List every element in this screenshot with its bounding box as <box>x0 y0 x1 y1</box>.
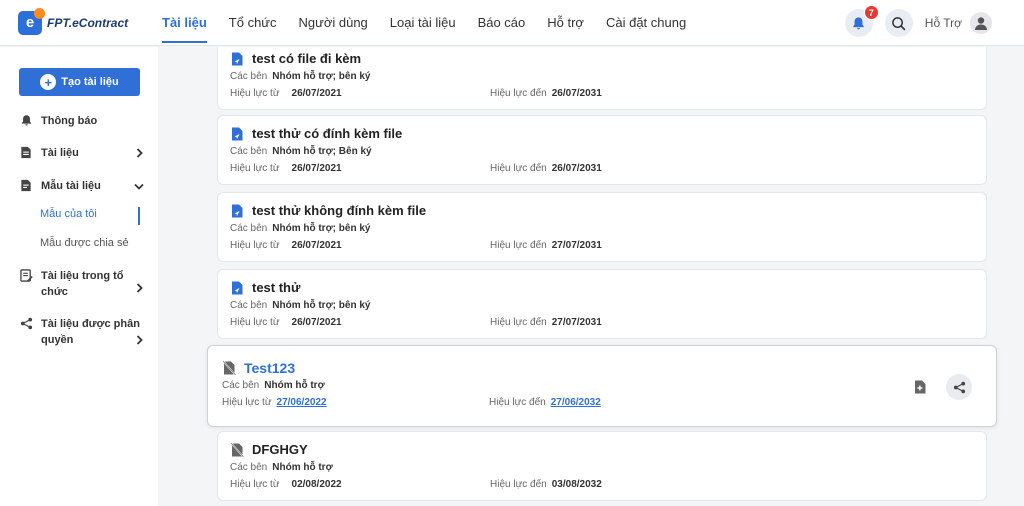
template-valid-from: Hiệu lực từ 27/06/2022 <box>222 397 327 408</box>
template-title[interactable]: test thử có đính kèm file <box>230 126 402 141</box>
navbar-right: 7 Hỗ Trợ <box>833 0 992 46</box>
nav-tab-documents[interactable]: Tài liệu <box>151 0 218 46</box>
template-valid-from: Hiệu lực từ 02/08/2022 <box>230 479 342 490</box>
template-parties: Các bên Nhóm hỗ trợ; bên ký <box>230 71 371 82</box>
active-indicator <box>138 207 140 225</box>
main-nav-tabs: Tài liệu Tổ chức Người dùng Loại tài liệ… <box>151 0 697 46</box>
share-icon <box>953 381 965 393</box>
share-template-button[interactable] <box>946 374 972 400</box>
app-logo[interactable]: e FPT.eContract <box>18 7 142 35</box>
chevron-right-icon <box>134 332 144 348</box>
sidebar-item-label: Tài liệu <box>41 147 79 159</box>
user-avatar[interactable] <box>970 12 992 34</box>
template-valid-from: Hiệu lực từ 26/07/2021 <box>230 240 342 251</box>
chevron-right-icon <box>134 145 144 161</box>
nav-tab-settings[interactable]: Cài đặt chung <box>595 0 697 46</box>
sidebar-sub-my-templates[interactable]: Mẫu của tôi <box>40 208 97 220</box>
template-title[interactable]: test thử không đính kèm file <box>230 203 426 218</box>
bell-icon <box>19 113 33 127</box>
search-icon <box>892 16 906 30</box>
sidebar-item-shared-documents[interactable]: Tài liệu được phân quyền <box>19 316 144 348</box>
nav-tab-reports[interactable]: Báo cáo <box>467 0 537 46</box>
template-parties: Các bên Nhóm hỗ trợ <box>222 380 325 391</box>
sidebar-item-templates[interactable]: Mẫu tài liệu <box>19 178 144 194</box>
template-valid-to: Hiệu lực đến 26/07/2031 <box>490 88 602 99</box>
sidebar-sub-shared-templates[interactable]: Mẫu được chia sẻ <box>40 237 129 249</box>
org-document-icon <box>19 268 33 282</box>
share-icon <box>19 316 33 330</box>
template-icon <box>19 178 33 192</box>
plus-icon: + <box>40 74 57 90</box>
template-parties: Các bên Nhóm hỗ trợ; bên ký <box>230 223 371 234</box>
notification-button[interactable]: 7 <box>844 5 879 37</box>
sidebar-item-documents[interactable]: Tài liệu <box>19 145 144 161</box>
doc-send-icon <box>230 281 244 295</box>
template-title[interactable]: DFGHGY <box>230 442 308 457</box>
template-title-text: test thử <box>252 280 301 295</box>
nav-tab-support[interactable]: Hỗ trợ <box>536 0 595 46</box>
template-card[interactable]: test có file đi kèm Các bên Nhóm hỗ trợ; … <box>217 47 987 110</box>
document-icon <box>19 145 33 159</box>
user-icon <box>975 17 987 30</box>
logo-letter: e <box>25 14 35 31</box>
template-valid-to: Hiệu lực đến 26/07/2031 <box>490 163 602 174</box>
template-title-text: test có file đi kèm <box>252 51 362 66</box>
bell-icon <box>853 16 865 29</box>
template-title-text: Test123 <box>244 360 296 376</box>
doc-send-icon <box>230 52 244 66</box>
doc-disabled-icon <box>230 442 244 457</box>
doc-send-icon <box>230 204 244 218</box>
doc-disabled-icon <box>222 361 236 375</box>
template-parties: Các bên Nhóm hỗ trợ <box>230 462 333 473</box>
search-button[interactable] <box>884 9 913 37</box>
sidebar-item-label: Thông báo <box>41 115 98 127</box>
nav-tab-organization[interactable]: Tổ chức <box>218 0 288 46</box>
template-title[interactable]: test có file đi kèm <box>230 51 361 66</box>
sidebar-item-label: Mẫu tài liệu <box>41 180 101 192</box>
template-parties: Các bên Nhóm hỗ trợ; bên ký <box>230 300 371 311</box>
nav-tab-document-types[interactable]: Loại tài liệu <box>379 0 467 46</box>
template-title-text: DFGHGY <box>252 442 308 457</box>
chevron-right-icon <box>134 280 144 296</box>
sidebar-item-notifications[interactable]: Thông báo <box>19 113 144 129</box>
doc-add-icon <box>915 380 926 394</box>
template-valid-from: Hiệu lực từ 26/07/2021 <box>230 163 342 174</box>
create-from-template-button[interactable] <box>908 375 932 399</box>
template-list: test có file đi kèm Các bên Nhóm hỗ trợ; … <box>158 47 1024 506</box>
template-card[interactable]: test thử Các bên Nhóm hỗ trợ; bên ký Hiệu… <box>217 269 987 339</box>
template-title-text: test thử không đính kèm file <box>252 203 427 218</box>
sidebar: + Tạo tài liệu Thông báo Tài liệu Mẫu tà… <box>0 47 158 506</box>
template-valid-to: Hiệu lực đến 27/07/2031 <box>490 240 602 251</box>
template-valid-to: Hiệu lực đến 27/06/2032 <box>489 397 601 408</box>
sidebar-item-label: Tài liệu trong tổ chức <box>41 270 124 298</box>
template-card[interactable]: test thử có đính kèm file Các bên Nhóm hỗ… <box>217 115 987 185</box>
nav-tab-users[interactable]: Người dùng <box>288 0 379 46</box>
logo-text: FPT.eContract <box>47 15 129 30</box>
sidebar-item-label: Tài liệu được phân quyền <box>41 318 140 346</box>
template-valid-to: Hiệu lực đến 03/08/2032 <box>490 479 602 490</box>
logo-mark-icon: e <box>18 7 45 35</box>
template-valid-from: Hiệu lực từ 26/07/2021 <box>230 88 342 99</box>
create-document-label: Tạo tài liệu <box>61 76 119 88</box>
template-card[interactable]: test thử không đính kèm file Các bên Nhóm… <box>217 192 987 262</box>
template-parties: Các bên Nhóm hỗ trợ; Bên ký <box>230 146 372 157</box>
template-card-selected[interactable]: Test123 Các bên Nhóm hỗ trợ Hiệu lực từ 27… <box>207 345 997 427</box>
template-title[interactable]: Test123 <box>222 360 295 376</box>
doc-send-icon <box>230 127 244 141</box>
template-valid-to: Hiệu lực đến 27/07/2031 <box>490 317 602 328</box>
top-navbar: e FPT.eContract Tài liệu Tổ chức Người d… <box>0 0 1024 46</box>
notification-badge: 7 <box>863 5 879 20</box>
template-title[interactable]: test thử <box>230 280 300 295</box>
card-actions <box>908 374 972 400</box>
sidebar-item-org-documents[interactable]: Tài liệu trong tổ chức <box>19 268 144 300</box>
chevron-down-icon <box>134 178 144 194</box>
template-valid-from: Hiệu lực từ 26/07/2021 <box>230 317 342 328</box>
template-title-text: test thử có đính kèm file <box>252 126 403 141</box>
user-name[interactable]: Hỗ Trợ <box>925 16 962 30</box>
template-card[interactable]: DFGHGY Các bên Nhóm hỗ trợ Hiệu lực từ 02/… <box>217 431 987 501</box>
create-document-button[interactable]: + Tạo tài liệu <box>19 68 140 96</box>
